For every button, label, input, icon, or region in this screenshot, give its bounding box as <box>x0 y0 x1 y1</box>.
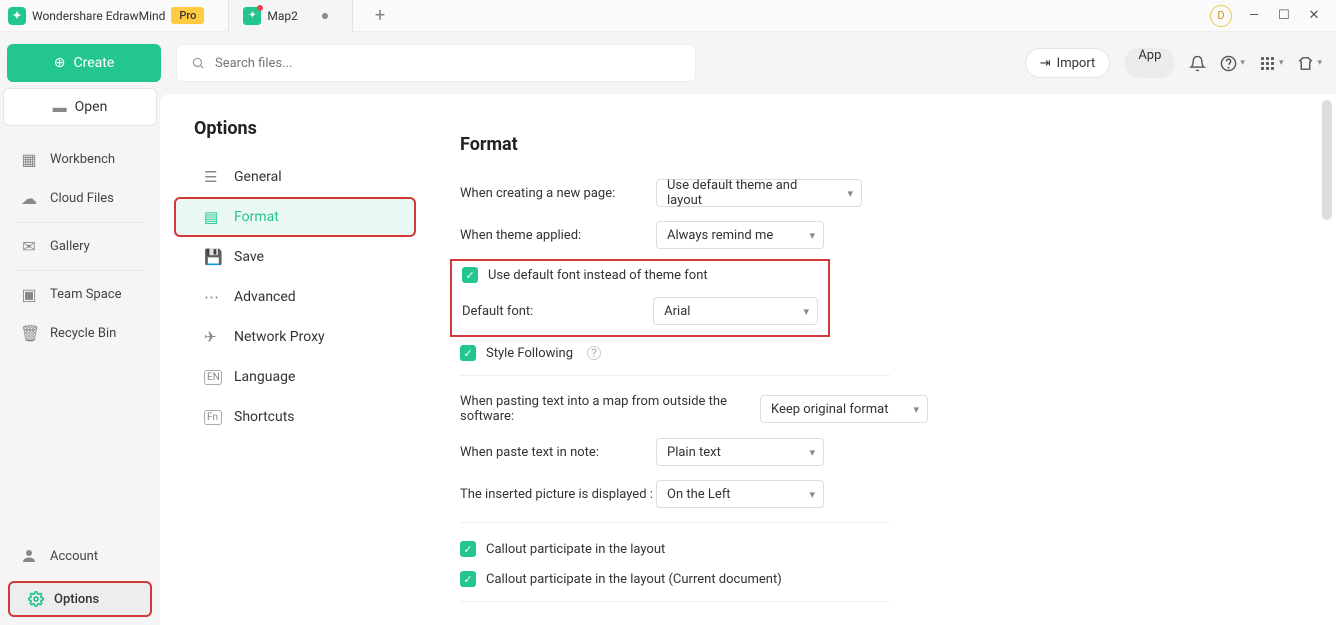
shortcuts-icon: Fn <box>204 410 222 425</box>
sidebar-separator <box>14 270 146 271</box>
open-button[interactable]: ▬ Open <box>3 88 157 126</box>
option-shortcuts[interactable]: FnShortcuts <box>194 397 410 437</box>
select-paste-note[interactable]: Plain text <box>656 438 824 466</box>
row-paste-map: When pasting text into a map from outsid… <box>460 394 1296 424</box>
row-new-page: When creating a new page: Use default th… <box>460 179 1296 207</box>
sidebar-item-team-space[interactable]: ▣ Team Space <box>0 275 160 314</box>
option-save[interactable]: 💾Save <box>194 237 410 277</box>
cloud-icon: ☁ <box>20 189 38 208</box>
checkbox-callout-layout[interactable]: ✓ Callout participate in the layout <box>460 541 1296 557</box>
gear-icon <box>28 591 44 607</box>
titlebar: ✦ Wondershare EdrawMind Pro ✦ Map2 + D —… <box>0 0 1336 32</box>
checkbox-use-default-font[interactable]: ✓ Use default font instead of theme font <box>462 267 818 283</box>
left-sidebar: ▬ Open ▦ Workbench ☁ Cloud Files ✉ Galle… <box>0 94 160 625</box>
divider <box>460 522 890 523</box>
bell-icon[interactable] <box>1189 55 1206 72</box>
divider <box>460 601 890 602</box>
pro-badge: Pro <box>171 7 204 24</box>
app-icon: ✦ <box>8 7 26 25</box>
select-theme-applied[interactable]: Always remind me <box>656 221 824 249</box>
checkbox-style-following[interactable]: ✓ Style Following ? <box>460 345 1296 361</box>
divider <box>460 375 890 376</box>
sidebar-item-options[interactable]: Options <box>8 581 152 617</box>
sidebar-item-gallery[interactable]: ✉ Gallery <box>0 227 160 266</box>
row-pic-displayed: The inserted picture is displayed : On t… <box>460 480 1296 508</box>
sliders-icon: ☰ <box>204 168 222 186</box>
save-icon: 💾 <box>204 248 222 266</box>
import-button[interactable]: ⇥ Import <box>1025 48 1111 78</box>
language-icon: EN <box>204 370 222 385</box>
advanced-icon: ⋯ <box>204 288 222 306</box>
tab-title: Map2 <box>267 9 298 23</box>
app-name: Wondershare EdrawMind <box>32 9 165 23</box>
folder-icon: ▬ <box>53 99 67 116</box>
user-avatar[interactable]: D <box>1210 5 1232 27</box>
checkbox-callout-layout-current[interactable]: ✓ Callout participate in the layout (Cur… <box>460 571 1296 587</box>
unsaved-dot-icon <box>322 13 328 19</box>
plus-icon: ⊕ <box>54 55 66 71</box>
search-icon <box>191 56 205 70</box>
search-input[interactable] <box>215 56 681 71</box>
option-advanced[interactable]: ⋯Advanced <box>194 277 410 317</box>
format-panel: Format When creating a new page: Use def… <box>420 94 1336 625</box>
sidebar-item-account[interactable]: Account <box>0 537 160 575</box>
workbench-icon: ▦ <box>20 150 38 169</box>
create-button[interactable]: ⊕ Create <box>7 44 161 82</box>
toolbar: ⊕ Create ⇥ Import App ▾ ▾ ▾ <box>0 32 1336 94</box>
checked-icon: ✓ <box>462 267 478 283</box>
apps-grid-icon[interactable]: ▾ <box>1259 55 1284 72</box>
checked-icon: ✓ <box>460 541 476 557</box>
close-button[interactable]: ✕ <box>1306 8 1322 23</box>
scrollbar[interactable] <box>1322 100 1332 220</box>
option-format[interactable]: ▤Format <box>174 197 416 237</box>
select-default-font[interactable]: Arial <box>653 297 818 325</box>
row-theme-applied: When theme applied: Always remind me <box>460 221 1296 249</box>
highlighted-font-section: ✓ Use default font instead of theme font… <box>450 259 830 337</box>
option-general[interactable]: ☰General <box>194 157 410 197</box>
team-icon: ▣ <box>20 285 38 304</box>
import-icon: ⇥ <box>1040 56 1051 71</box>
row-default-font: Default font: Arial <box>462 297 818 325</box>
search-input-wrap[interactable] <box>176 44 696 82</box>
main: ▬ Open ▦ Workbench ☁ Cloud Files ✉ Galle… <box>0 94 1336 625</box>
select-new-page[interactable]: Use default theme and layout <box>656 179 862 207</box>
trash-icon: 🗑 <box>20 324 38 343</box>
maximize-button[interactable]: ☐ <box>1276 8 1292 23</box>
gallery-icon: ✉ <box>20 237 38 256</box>
sidebar-separator <box>14 222 146 223</box>
network-icon: ✈ <box>204 328 222 346</box>
options-title: Options <box>194 118 410 139</box>
select-paste-map[interactable]: Keep original format <box>760 395 928 423</box>
checked-icon: ✓ <box>460 571 476 587</box>
help-icon[interactable]: ▾ <box>1220 55 1245 72</box>
sidebar-item-cloud-files[interactable]: ☁ Cloud Files <box>0 179 160 218</box>
tab-map2[interactable]: ✦ Map2 <box>228 0 353 32</box>
document-icon: ✦ <box>243 7 261 25</box>
minimize-button[interactable]: — <box>1246 8 1262 23</box>
help-icon[interactable]: ? <box>587 346 601 360</box>
option-network-proxy[interactable]: ✈Network Proxy <box>194 317 410 357</box>
option-language[interactable]: ENLanguage <box>194 357 410 397</box>
shirt-icon[interactable]: ▾ <box>1297 55 1322 72</box>
new-tab-button[interactable]: + <box>375 5 385 26</box>
account-icon <box>20 547 38 565</box>
row-paste-note: When paste text in note: Plain text <box>460 438 1296 466</box>
format-icon: ▤ <box>204 208 222 226</box>
sidebar-item-workbench[interactable]: ▦ Workbench <box>0 140 160 179</box>
format-heading: Format <box>460 134 1296 155</box>
select-pic-displayed[interactable]: On the Left <box>656 480 824 508</box>
sidebar-item-recycle-bin[interactable]: 🗑 Recycle Bin <box>0 314 160 353</box>
app-button[interactable]: App <box>1124 48 1175 78</box>
checked-icon: ✓ <box>460 345 476 361</box>
options-subnav: Options ☰General ▤Format 💾Save ⋯Advanced… <box>160 94 420 625</box>
